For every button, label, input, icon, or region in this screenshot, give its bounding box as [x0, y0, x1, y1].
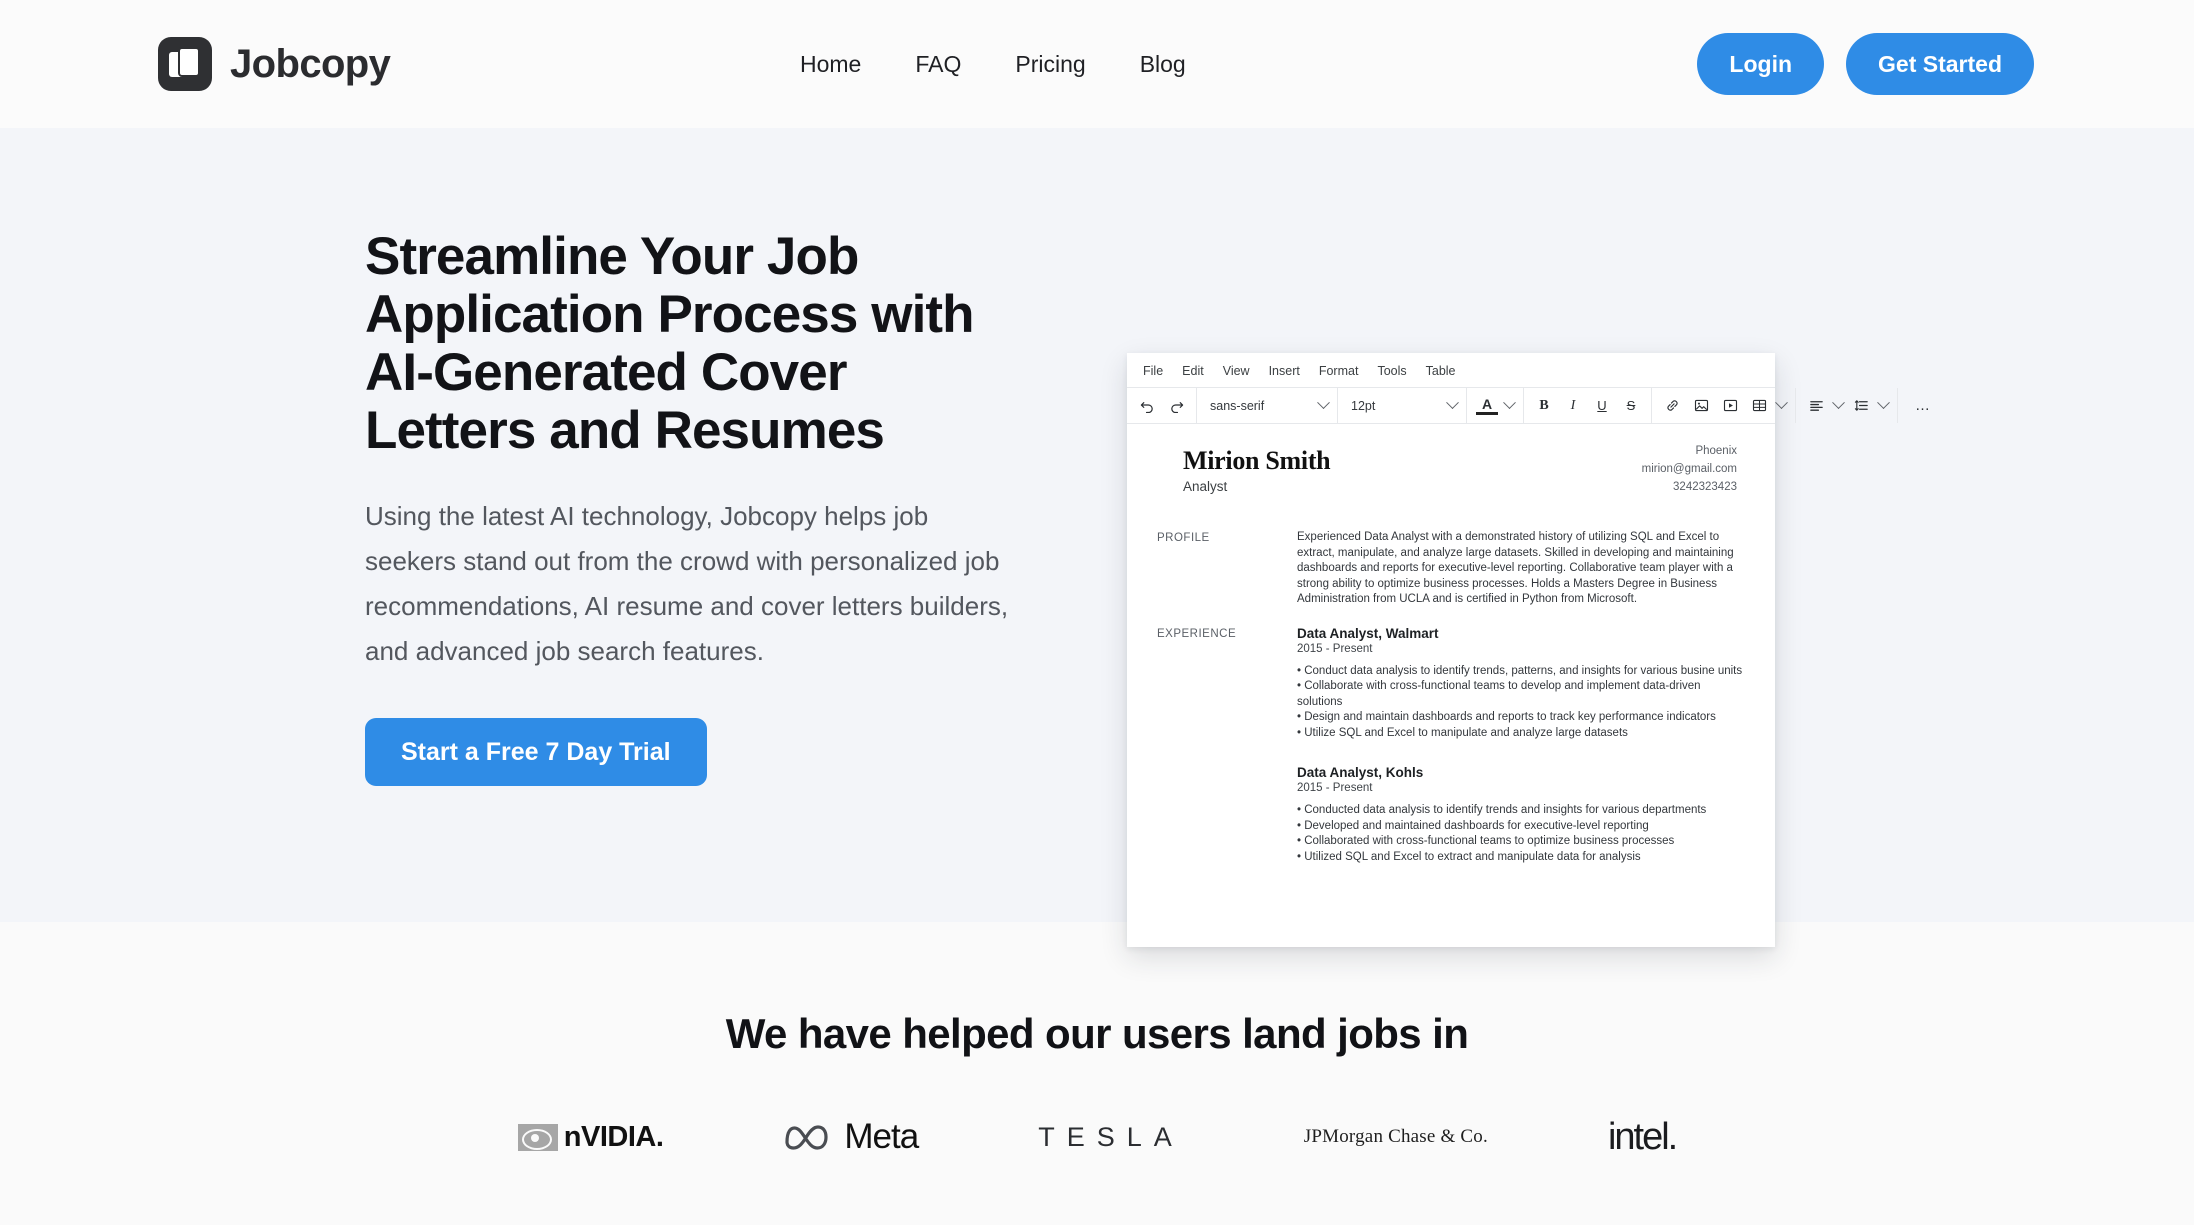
hero-section: Streamline Your Job Application Process …	[0, 128, 2194, 947]
contact-email: mirion@gmail.com	[1641, 463, 1737, 475]
brand-logo[interactable]: Jobcopy	[158, 37, 391, 91]
chevron-down-icon[interactable]	[1775, 396, 1788, 410]
editor-menubar: File Edit View Insert Format Tools Table	[1127, 353, 1775, 388]
italic-button[interactable]: I	[1562, 394, 1584, 418]
start-free-trial-button[interactable]: Start a Free 7 Day Trial	[365, 718, 707, 786]
experience-entry: Data Analyst, Walmart 2015 - Present • C…	[1297, 626, 1745, 742]
menu-insert[interactable]: Insert	[1269, 364, 1300, 378]
job-bullets: • Conducted data analysis to identify tr…	[1297, 803, 1745, 865]
menu-table[interactable]: Table	[1426, 364, 1456, 378]
resume-section-experience: EXPERIENCE Data Analyst, Walmart 2015 - …	[1157, 626, 1745, 866]
image-icon[interactable]	[1690, 394, 1712, 418]
resume-editor-card: File Edit View Insert Format Tools Table…	[1127, 353, 1930, 947]
tesla-wordmark: TESLA	[1038, 1121, 1184, 1152]
header-actions: Login Get Started	[1697, 33, 2034, 95]
nav-item-faq[interactable]: FAQ	[915, 51, 961, 78]
line-height-icon[interactable]	[1850, 394, 1872, 418]
main-navigation: Home FAQ Pricing Blog	[800, 51, 1186, 78]
company-logos-row: nVIDIA. Meta TESLA JPMorgan Chase & Co. …	[0, 1114, 2194, 1160]
nav-item-blog[interactable]: Blog	[1140, 51, 1186, 78]
chevron-down-icon	[1317, 396, 1330, 410]
bold-button[interactable]: B	[1533, 394, 1555, 418]
job-dates: 2015 - Present	[1297, 782, 1373, 794]
menu-format[interactable]: Format	[1319, 364, 1359, 378]
align-left-icon[interactable]	[1805, 394, 1827, 418]
nav-item-home[interactable]: Home	[800, 51, 861, 78]
chevron-down-icon[interactable]	[1832, 396, 1845, 410]
meta-infinity-icon	[785, 1125, 829, 1150]
section-label-experience: EXPERIENCE	[1157, 627, 1237, 640]
font-family-select[interactable]: sans-serif	[1206, 396, 1330, 413]
media-play-icon[interactable]	[1719, 394, 1741, 418]
text-color-A-icon[interactable]: A	[1476, 397, 1498, 415]
job-title: Data Analyst, Walmart	[1297, 625, 1439, 641]
hero-headline: Streamline Your Job Application Process …	[365, 227, 975, 460]
menu-tools[interactable]: Tools	[1377, 364, 1406, 378]
nvidia-eye-icon	[517, 1123, 558, 1151]
chevron-down-icon	[1446, 396, 1459, 410]
menu-file[interactable]: File	[1143, 364, 1163, 378]
hero-copy: Streamline Your Job Application Process …	[365, 228, 1085, 786]
contact-location: Phoenix	[1695, 445, 1737, 457]
job-bullet: • Conducted data analysis to identify tr…	[1297, 804, 1707, 816]
job-bullets: • Conduct data analysis to identify tren…	[1297, 664, 1745, 742]
nvidia-wordmark: nVIDIA.	[563, 1120, 664, 1153]
documents-stack-icon	[158, 37, 212, 91]
font-size-select[interactable]: 12pt	[1347, 396, 1459, 413]
resume-contact: Phoenix mirion@gmail.com 3242323423	[1642, 442, 1737, 496]
resume-document[interactable]: Mirion Smith Analyst Phoenix mirion@gmai…	[1127, 424, 1775, 944]
redo-icon[interactable]	[1165, 394, 1187, 418]
intel-logo: intel.	[1607, 1114, 1678, 1160]
job-bullet: • Collaborate with cross-functional team…	[1297, 680, 1701, 708]
underline-button[interactable]: U	[1591, 394, 1613, 418]
social-proof-section: We have helped our users land jobs in nV…	[0, 922, 2194, 1225]
job-title: Data Analyst, Kohls	[1297, 765, 1424, 780]
intel-wordmark: intel.	[1607, 1115, 1678, 1158]
meta-wordmark: Meta	[844, 1117, 919, 1156]
chevron-down-icon[interactable]	[1503, 396, 1516, 410]
meta-logo: Meta	[783, 1114, 919, 1160]
job-bullet: • Conduct data analysis to identify tren…	[1297, 664, 1743, 677]
jpmorgan-logo: JPMorgan Chase & Co.	[1304, 1114, 1488, 1160]
brand-name: Jobcopy	[230, 41, 391, 86]
resume-section-profile: PROFILE Experienced Data Analyst with a …	[1157, 530, 1745, 608]
site-header: Jobcopy Home FAQ Pricing Blog Login Get …	[0, 0, 2194, 128]
nav-item-pricing[interactable]: Pricing	[1015, 51, 1085, 78]
social-proof-heading: We have helped our users land jobs in	[725, 1010, 1469, 1057]
editor-toolbar: sans-serif 12pt A B I U S …	[1127, 388, 1930, 424]
menu-edit[interactable]: Edit	[1182, 364, 1204, 378]
job-bullet: • Developed and maintained dashboards fo…	[1297, 819, 1649, 832]
document-front-shape	[178, 47, 200, 77]
nvidia-logo: nVIDIA.	[517, 1114, 664, 1160]
font-size-value: 12pt	[1351, 398, 1376, 413]
experience-entry: Data Analyst, Kohls 2015 - Present • Con…	[1297, 765, 1745, 865]
tesla-logo: TESLA	[1038, 1114, 1184, 1160]
strikethrough-button[interactable]: S	[1620, 394, 1642, 418]
profile-paragraph: Experienced Data Analyst with a demonstr…	[1297, 531, 1734, 605]
job-bullet: • Utilized SQL and Excel to extract and …	[1297, 850, 1641, 863]
job-bullet: • Utilize SQL and Excel to manipulate an…	[1297, 726, 1628, 739]
menu-view[interactable]: View	[1223, 364, 1250, 378]
job-dates: 2015 - Present	[1297, 642, 1373, 655]
chevron-down-icon[interactable]	[1877, 396, 1890, 410]
link-icon[interactable]	[1661, 394, 1683, 418]
table-icon[interactable]	[1748, 394, 1770, 418]
resume-header: Mirion Smith Analyst Phoenix mirion@gmai…	[1157, 445, 1745, 512]
job-bullet: • Collaborated with cross-functional tea…	[1297, 835, 1675, 847]
get-started-button[interactable]: Get Started	[1846, 33, 2034, 95]
section-label-profile: PROFILE	[1157, 532, 1210, 544]
font-family-value: sans-serif	[1210, 398, 1265, 413]
more-options-button[interactable]: …	[1907, 397, 1940, 414]
login-button[interactable]: Login	[1697, 33, 1825, 95]
jpmorgan-wordmark: JPMorgan Chase & Co.	[1303, 1126, 1488, 1147]
job-bullet: • Design and maintain dashboards and rep…	[1297, 711, 1716, 723]
undo-icon[interactable]	[1136, 394, 1158, 418]
contact-phone: 3242323423	[1673, 481, 1737, 493]
hero-subheadline: Using the latest AI technology, Jobcopy …	[365, 501, 1009, 666]
